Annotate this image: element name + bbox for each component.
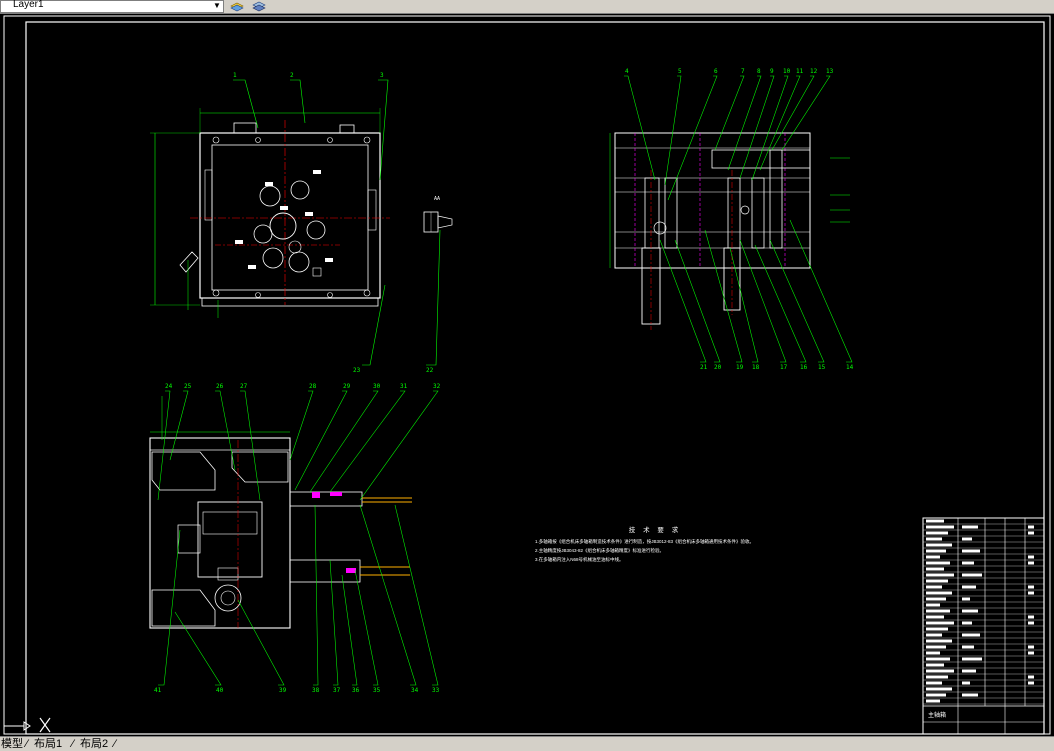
note-line-1: 1.多轴箱按《组合机床多轴箱制造技术条件》进行制造，按JB3012-83《组合机… [535, 539, 755, 544]
tab-separator: ∕ [72, 738, 74, 750]
section-view: 4 5 6 7 8 9 10 11 12 13 21 20 19 18 17 1… [609, 68, 854, 371]
callout-24: 24 [165, 383, 173, 390]
callout-22: 22 [426, 367, 434, 374]
callout-34: 34 [411, 687, 419, 694]
side-view: 24 25 26 27 28 29 30 31 32 41 40 39 38 3… [149, 383, 441, 694]
callout-31: 31 [400, 383, 408, 390]
callout-12: 12 [810, 68, 818, 75]
note-line-2: 2.主轴精度按JB3043-82《组合机床多轴箱精度》标准进行检验。 [535, 548, 665, 553]
callout-35: 35 [373, 687, 381, 694]
callout-6: 6 [714, 68, 718, 75]
technical-notes: 技 术 要 求 1.多轴箱按《组合机床多轴箱制造技术条件》进行制造，按JB301… [535, 526, 855, 564]
callout-3: 3 [380, 72, 384, 79]
layer-previous-icon[interactable] [251, 0, 267, 12]
tab-layout2[interactable]: 布局2 [80, 737, 108, 751]
sheet-inner-border [25, 21, 1045, 735]
callout-36: 36 [352, 687, 360, 694]
callout-15: 15 [818, 364, 826, 371]
callout-29: 29 [343, 383, 351, 390]
layer-stack-icon[interactable] [229, 0, 245, 12]
callout-20: 20 [714, 364, 722, 371]
detail-part: AA [423, 196, 453, 233]
layer-dropdown[interactable]: Layer1 ▼ [0, 0, 224, 13]
callout-16: 16 [800, 364, 808, 371]
layer-name: Layer1 [13, 0, 44, 10]
callout-28: 28 [309, 383, 317, 390]
cad-drawing: 1 2 3 23 22 AA 4 5 6 7 8 9 10 11 12 13 2… [3, 15, 1051, 735]
tab-separator: ∕ [114, 738, 116, 750]
callout-8: 8 [757, 68, 761, 75]
callout-32: 32 [433, 383, 441, 390]
callout-13: 13 [826, 68, 834, 75]
callout-25: 25 [184, 383, 192, 390]
callout-18: 18 [752, 364, 760, 371]
callout-4: 4 [625, 68, 629, 75]
cad-window: Layer1 ▼ 1 2 3 23 22 AA 4 5 6 7 8 9 10 1… [0, 0, 1054, 751]
notes-title: 技 术 要 求 [628, 527, 682, 534]
callout-7: 7 [741, 68, 745, 75]
callout-10: 10 [783, 68, 791, 75]
callout-26: 26 [216, 383, 224, 390]
callout-9: 9 [770, 68, 774, 75]
section-label: AA [434, 196, 440, 202]
callout-19: 19 [736, 364, 744, 371]
callout-2: 2 [290, 72, 294, 79]
title-block: 主轴箱 [922, 517, 1045, 735]
tab-model[interactable]: 模型 [1, 737, 23, 751]
callout-27: 27 [240, 383, 248, 390]
callout-37: 37 [333, 687, 341, 694]
callout-11: 11 [796, 68, 804, 75]
callout-1: 1 [233, 72, 237, 79]
layout-tab-bar: 模型 ∕ 布局1 ∕ 布局2 ∕ [0, 736, 1054, 751]
callout-21: 21 [700, 364, 708, 371]
titleblock-name: 主轴箱 [928, 711, 946, 719]
callout-23: 23 [353, 367, 361, 374]
callout-41: 41 [154, 687, 162, 694]
callout-33: 33 [432, 687, 440, 694]
callout-38: 38 [312, 687, 320, 694]
drawing-canvas[interactable]: 1 2 3 23 22 AA 4 5 6 7 8 9 10 11 12 13 2… [0, 14, 1054, 736]
callout-39: 39 [279, 687, 287, 694]
front-view: 1 2 3 23 22 [150, 72, 441, 374]
callout-5: 5 [678, 68, 682, 75]
callout-17: 17 [780, 364, 788, 371]
chevron-down-icon[interactable]: ▼ [212, 1, 222, 12]
tab-layout1[interactable]: 布局1 [34, 737, 62, 751]
callout-40: 40 [216, 687, 224, 694]
tab-separator: ∕ [26, 738, 28, 750]
ucs-icon [4, 717, 51, 733]
note-line-3: 3.在多轴箱内注入N68号机械油至油标中线。 [535, 557, 624, 562]
callout-14: 14 [846, 364, 854, 371]
callout-30: 30 [373, 383, 381, 390]
layer-toolbar: Layer1 ▼ [0, 0, 1054, 14]
